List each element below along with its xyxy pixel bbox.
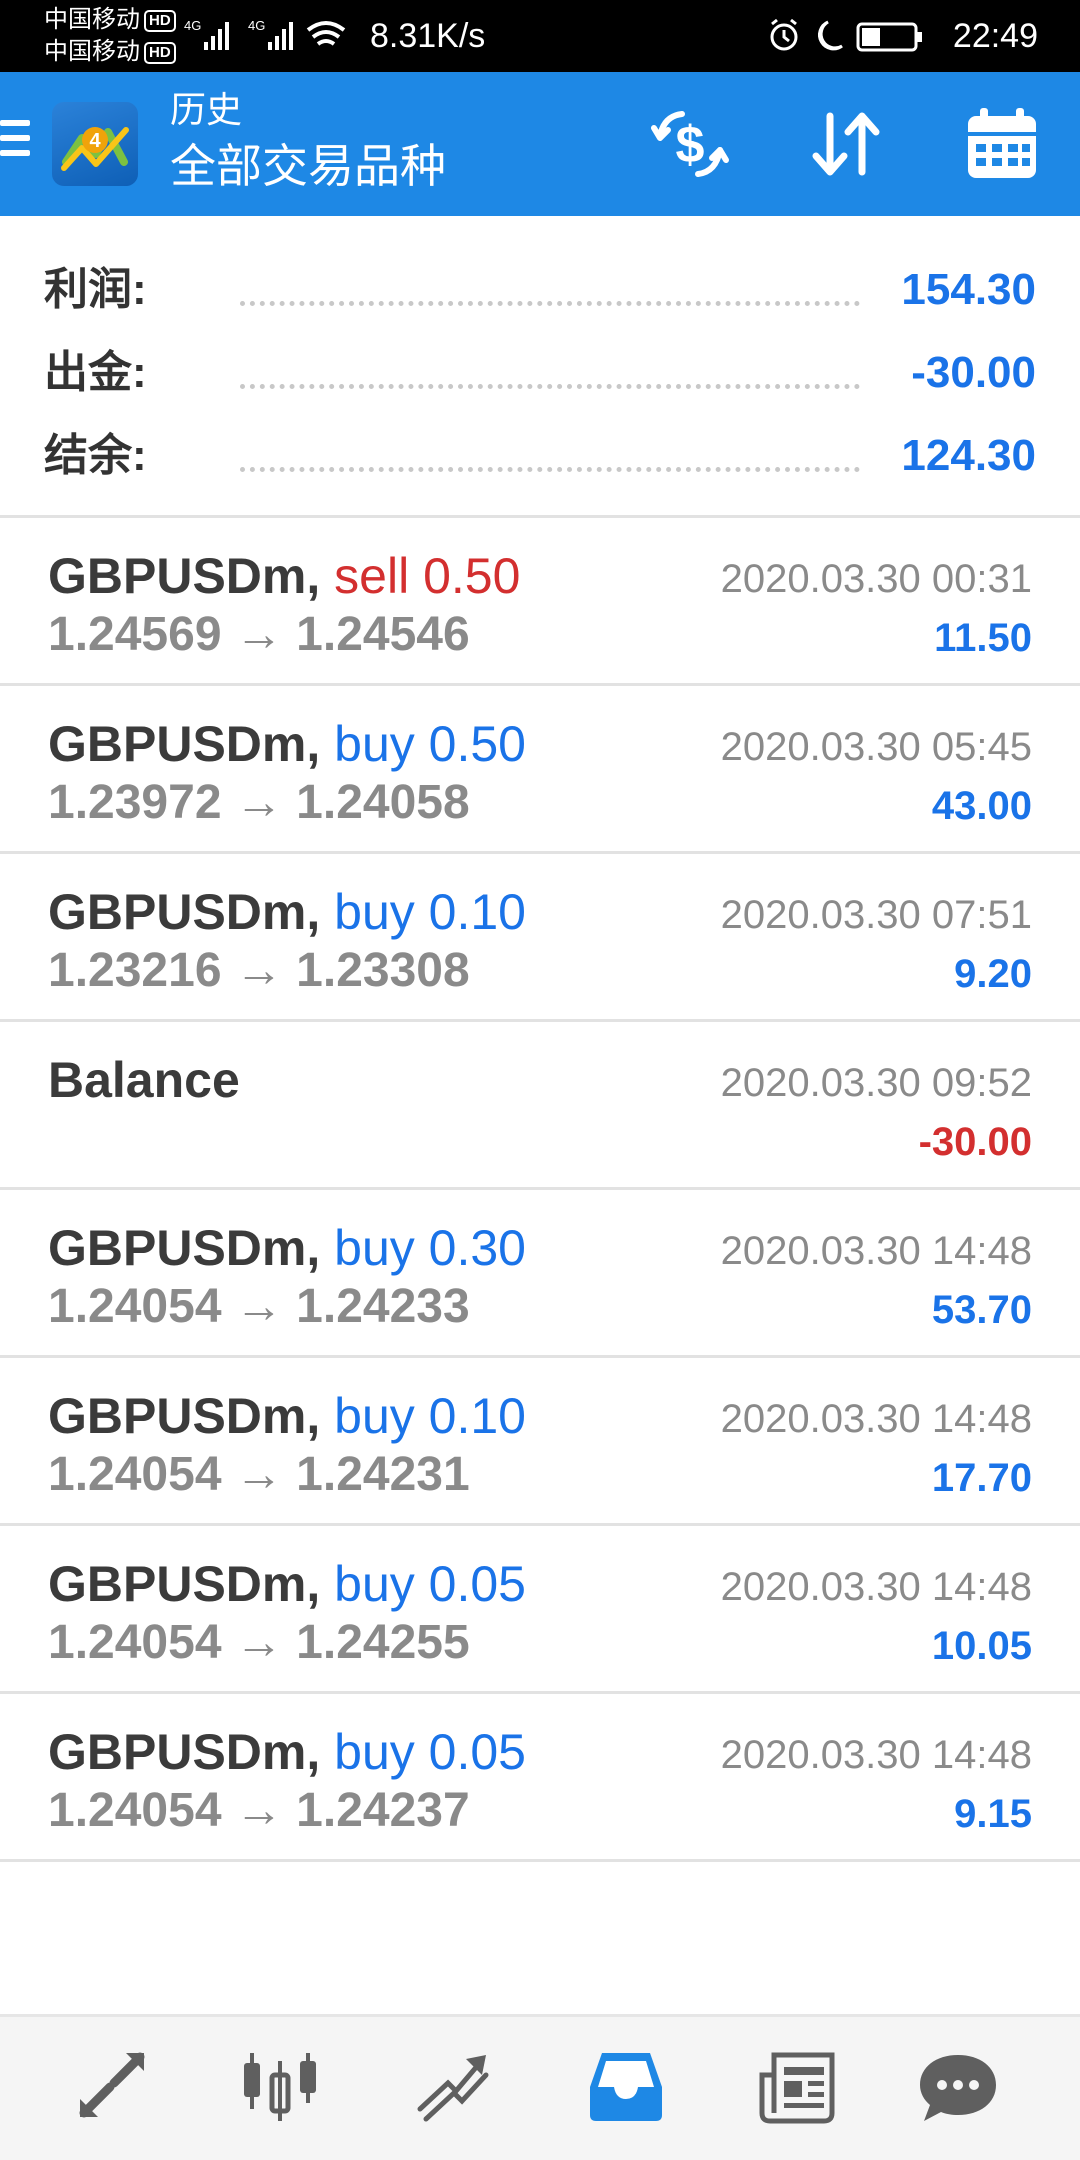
summary-row-profit: 利润: 154.30 bbox=[0, 248, 1080, 330]
deal-prices: 1.24054 → 1.24237 bbox=[48, 1784, 470, 1837]
deal-time: 2020.03.30 00:31 bbox=[720, 557, 1032, 601]
news-icon[interactable] bbox=[756, 2047, 840, 2127]
alarm-icon bbox=[770, 18, 798, 51]
moon-icon bbox=[818, 20, 843, 51]
symbol-filter-title[interactable]: 全部交易品种 bbox=[170, 138, 446, 194]
balance-value: 124.30 bbox=[901, 431, 1036, 480]
balance-label: 结余: bbox=[44, 431, 147, 480]
deal-symbol: GBPUSDm, bbox=[48, 1220, 321, 1276]
deal-profit: 9.20 bbox=[954, 952, 1032, 996]
deal-profit: 43.00 bbox=[931, 784, 1032, 828]
deal-prices: 1.23972 → 1.24058 bbox=[48, 776, 470, 829]
dotted-leader bbox=[240, 276, 860, 306]
chat-icon[interactable] bbox=[916, 2047, 1000, 2127]
trade-icon[interactable] bbox=[412, 2047, 496, 2127]
deal-time: 2020.03.30 14:48 bbox=[720, 1229, 1032, 1273]
deal-profit: 9.15 bbox=[954, 1792, 1032, 1836]
wifi-icon bbox=[306, 21, 346, 46]
deal-type: buy 0.10 bbox=[334, 1388, 526, 1444]
bottom-nav bbox=[0, 2014, 1080, 2160]
deal-symbol: GBPUSDm, bbox=[48, 548, 321, 604]
deal-prices: 1.24569 → 1.24546 bbox=[48, 608, 470, 661]
deal-profit: 11.50 bbox=[934, 616, 1032, 660]
chart-candles-icon[interactable] bbox=[238, 2047, 322, 2127]
deal-prices: 1.23216 → 1.23308 bbox=[48, 944, 470, 997]
deal-symbol: GBPUSDm, bbox=[48, 1388, 321, 1444]
deal-profit: 53.70 bbox=[931, 1288, 1032, 1332]
summary-panel: 利润: 154.30 出金: -30.00 结余: 124.30 bbox=[0, 216, 1080, 518]
deal-time: 2020.03.30 09:52 bbox=[720, 1061, 1032, 1105]
svg-text:4: 4 bbox=[89, 130, 101, 152]
deal-time: 2020.03.30 05:45 bbox=[720, 725, 1032, 769]
currency-exchange-icon[interactable]: $ bbox=[646, 102, 734, 186]
withdrawal-value: -30.00 bbox=[911, 348, 1036, 397]
deal-symbol: GBPUSDm, bbox=[48, 1724, 321, 1780]
carrier-2: 中国移动 bbox=[44, 38, 140, 65]
deal-prices: 1.24054 → 1.24233 bbox=[48, 1280, 470, 1333]
status-icons bbox=[770, 18, 922, 52]
deal-symbol: GBPUSDm, bbox=[48, 716, 321, 772]
deal-row[interactable]: GBPUSDm, buy 0.05 1.24054 → 1.24237 2020… bbox=[0, 1694, 1080, 1862]
deal-profit: 17.70 bbox=[931, 1456, 1032, 1500]
network-label-1: 4G bbox=[184, 18, 201, 33]
deal-symbol: GBPUSDm, bbox=[48, 884, 321, 940]
deal-row[interactable]: GBPUSDm, buy 0.05 1.24054 → 1.24255 2020… bbox=[0, 1526, 1080, 1694]
signal-icon: 4G 4G bbox=[184, 18, 346, 50]
deal-time: 2020.03.30 14:48 bbox=[720, 1733, 1032, 1777]
profit-label: 利润: bbox=[44, 265, 147, 314]
deal-row[interactable]: GBPUSDm, buy 0.10 1.24054 → 1.24231 2020… bbox=[0, 1358, 1080, 1526]
metatrader-logo: 4 bbox=[52, 102, 138, 186]
deal-type: buy 0.30 bbox=[334, 1220, 526, 1276]
network-speed: 8.31K/s bbox=[370, 17, 486, 55]
battery-icon bbox=[856, 22, 922, 52]
deal-symbol: GBPUSDm, bbox=[48, 1556, 321, 1612]
deal-prices: 1.24054 → 1.24255 bbox=[48, 1616, 470, 1669]
deal-type: buy 0.10 bbox=[334, 884, 526, 940]
hd-badge-1: HD bbox=[144, 10, 176, 32]
deal-row[interactable]: Balance 2020.03.30 09:52 -30.00 bbox=[0, 1022, 1080, 1190]
history-list: GBPUSDm, sell 0.50 1.24569 → 1.24546 202… bbox=[0, 518, 1080, 1862]
page-subtitle: 历史 bbox=[170, 89, 243, 130]
profit-value: 154.30 bbox=[901, 265, 1036, 314]
deal-type: buy 0.05 bbox=[334, 1556, 526, 1612]
deal-type: sell 0.50 bbox=[334, 548, 521, 604]
deal-time: 2020.03.30 14:48 bbox=[720, 1397, 1032, 1441]
dotted-leader bbox=[240, 359, 860, 389]
status-bar: 中国移动 HD 中国移动 HD 4G 4G 8.31K/s 22:49 bbox=[0, 0, 1080, 72]
app-bar: 4 历史 全部交易品种 $ bbox=[0, 72, 1080, 216]
carrier-1: 中国移动 bbox=[44, 6, 140, 33]
network-label-2: 4G bbox=[248, 18, 265, 33]
hd-badge-2: HD bbox=[144, 42, 176, 64]
deal-time: 2020.03.30 07:51 bbox=[720, 893, 1032, 937]
deal-row[interactable]: GBPUSDm, buy 0.30 1.24054 → 1.24233 2020… bbox=[0, 1190, 1080, 1358]
deal-row[interactable]: GBPUSDm, sell 0.50 1.24569 → 1.24546 202… bbox=[0, 518, 1080, 686]
svg-text:$: $ bbox=[676, 116, 705, 174]
deal-row[interactable]: GBPUSDm, buy 0.10 1.23216 → 1.23308 2020… bbox=[0, 854, 1080, 1022]
deal-type: buy 0.50 bbox=[334, 716, 526, 772]
deal-symbol: Balance bbox=[48, 1052, 240, 1108]
menu-icon[interactable] bbox=[0, 120, 30, 164]
clock: 22:49 bbox=[952, 17, 1038, 55]
calendar-icon[interactable] bbox=[958, 102, 1046, 186]
withdrawal-label: 出金: bbox=[44, 348, 147, 397]
quotes-icon[interactable] bbox=[70, 2047, 154, 2127]
summary-row-withdrawal: 出金: -30.00 bbox=[0, 331, 1080, 413]
history-inbox-icon[interactable] bbox=[584, 2047, 668, 2127]
deal-profit: -30.00 bbox=[918, 1120, 1032, 1164]
dotted-leader bbox=[240, 442, 860, 472]
deal-profit: 10.05 bbox=[931, 1624, 1032, 1668]
sort-icon[interactable] bbox=[802, 102, 890, 186]
deal-prices: 1.24054 → 1.24231 bbox=[48, 1448, 470, 1501]
carrier-info: 中国移动 HD 中国移动 HD bbox=[44, 4, 176, 68]
deal-row[interactable]: GBPUSDm, buy 0.50 1.23972 → 1.24058 2020… bbox=[0, 686, 1080, 854]
deal-type: buy 0.05 bbox=[334, 1724, 526, 1780]
summary-row-balance: 结余: 124.30 bbox=[0, 414, 1080, 496]
deal-time: 2020.03.30 14:48 bbox=[720, 1565, 1032, 1609]
